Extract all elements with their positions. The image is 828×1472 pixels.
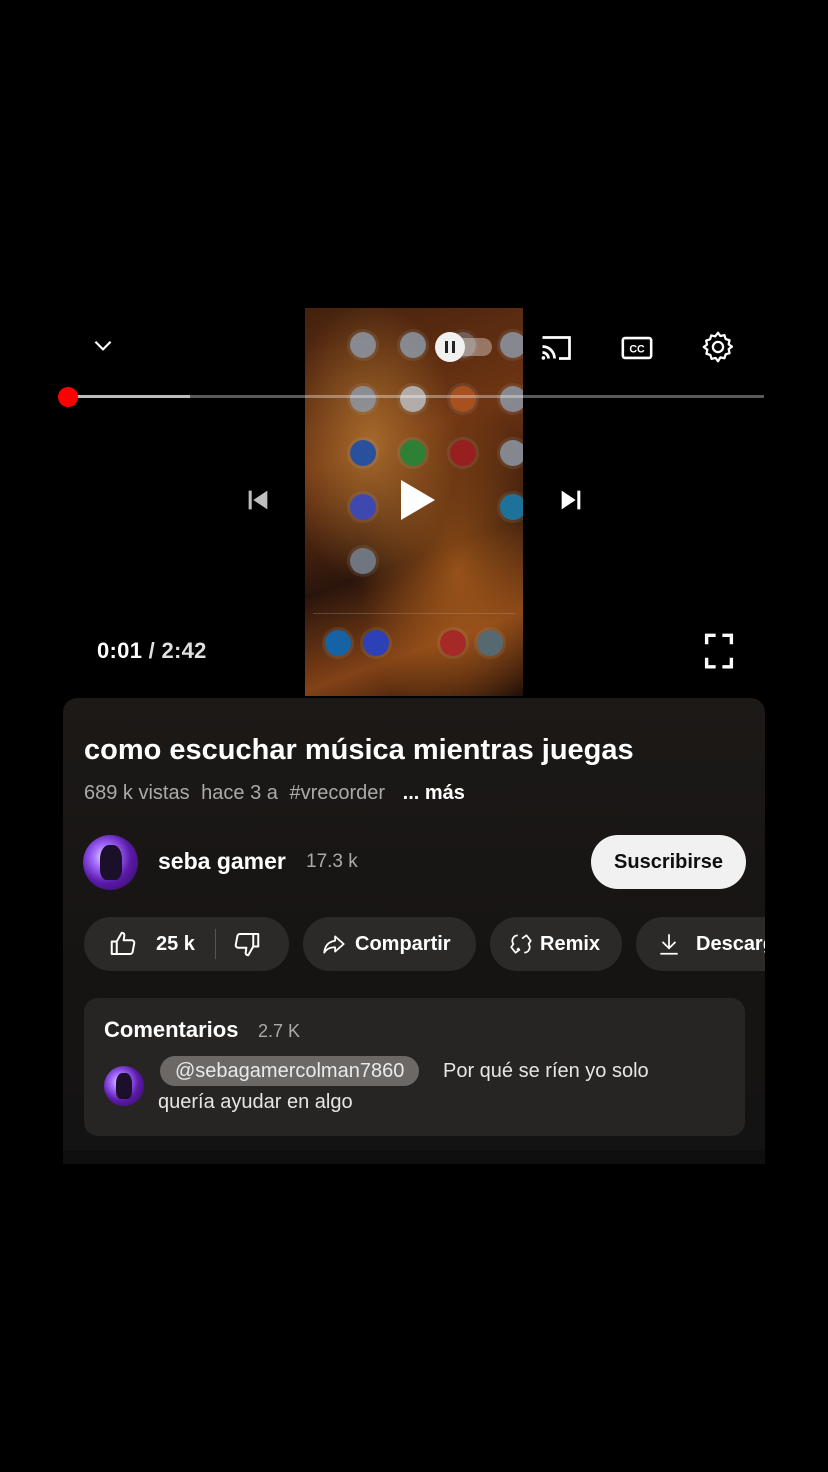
dislike-button[interactable] (232, 929, 262, 959)
thumbs-up-icon (110, 931, 136, 955)
remix-icon (510, 934, 532, 954)
like-count: 25 k (156, 932, 195, 955)
like-divider (214, 929, 216, 959)
remix-button[interactable]: Remix (490, 917, 622, 971)
share-icon (323, 935, 345, 954)
download-label: Descargar (696, 932, 765, 955)
commenter-avatar (104, 1066, 144, 1106)
comments-title: Comentarios (104, 1017, 239, 1042)
remix-label: Remix (540, 932, 601, 955)
comment-text-line1: Por qué se ríen yo solo (443, 1060, 649, 1082)
like-button[interactable] (108, 929, 138, 959)
download-icon (660, 934, 678, 955)
comments-count: 2.7 K (258, 1021, 301, 1041)
comment-text-line2: quería ayudar en algo (158, 1091, 353, 1113)
comment-mention[interactable]: @sebagamercolman7860 (160, 1056, 420, 1086)
like-dislike-pill: 25 k (84, 917, 289, 971)
download-button[interactable]: Descargar (636, 917, 765, 971)
thumbs-down-icon (234, 933, 260, 957)
share-label: Compartir (355, 932, 451, 955)
share-button[interactable]: Compartir (303, 917, 476, 971)
actions-row: 25 k Compartir Remix Descargar (0, 0, 765, 1472)
